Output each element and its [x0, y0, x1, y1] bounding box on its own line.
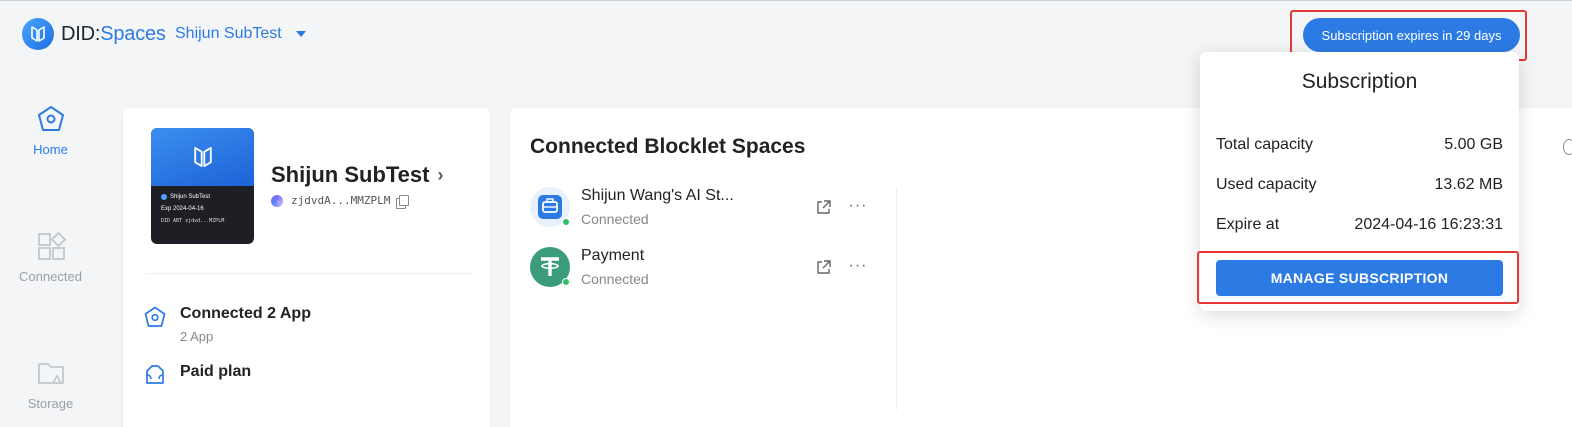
- open-external-icon[interactable]: [813, 197, 833, 217]
- thumb-dot-icon: [161, 194, 167, 200]
- space-switcher-label: Shijun SubTest: [175, 25, 282, 42]
- thumb-exp: Exp 2024-04-16: [161, 206, 204, 212]
- thumb-logo-area: [151, 128, 254, 186]
- nav-item-storage[interactable]: Storage: [0, 358, 101, 411]
- stat-paid-plan[interactable]: Paid plan: [143, 363, 251, 387]
- chevron-right-icon: ›: [437, 164, 444, 185]
- stat-connected-apps[interactable]: Connected 2 App 2 App: [143, 305, 311, 344]
- apps-icon: [37, 231, 66, 260]
- tether-icon: [530, 247, 570, 287]
- did-spaces-logo[interactable]: DID:Spaces: [22, 18, 166, 50]
- space-did: zjdvdA...MMZPLM: [291, 194, 391, 207]
- logo-text: DID:Spaces: [61, 23, 166, 46]
- card-divider: [145, 273, 472, 274]
- ai-studio-icon: [530, 187, 570, 227]
- logo-prefix: DID:: [61, 22, 101, 45]
- row-value: 2024-04-16 16:23:31: [1354, 216, 1503, 233]
- thumb-did: DID ABT zjdvd...MZPLM: [161, 218, 225, 224]
- stat-sub: 2 App: [180, 329, 214, 344]
- space-nft-thumbnail[interactable]: Shijun SubTest Exp 2024-04-16 DID ABT zj…: [151, 128, 254, 244]
- row-label: Used capacity: [1216, 176, 1317, 193]
- popover-row-used: Used capacity 13.62 MB: [1216, 176, 1503, 194]
- popover-row-total: Total capacity 5.00 GB: [1216, 136, 1503, 154]
- status-dot: [562, 278, 570, 286]
- connected-item[interactable]: Payment Connected: [530, 247, 649, 287]
- app-state: Connected: [581, 211, 649, 227]
- more-options-icon[interactable]: ···: [848, 256, 868, 276]
- space-did-row: zjdvdA...MMZPLM: [271, 194, 410, 209]
- home-icon: [37, 106, 64, 131]
- app-name: Payment: [581, 247, 645, 264]
- space-name: Shijun SubTest: [271, 162, 430, 187]
- popover-title: Subscription: [1301, 70, 1418, 93]
- stat-title: Paid plan: [180, 363, 252, 380]
- wallet-icon: [146, 365, 164, 384]
- clipped-icon: [1563, 139, 1572, 155]
- thumb-name: Shijun SubTest: [170, 194, 211, 200]
- nav-label-storage: Storage: [27, 396, 74, 411]
- nav-label-home: Home: [33, 142, 68, 157]
- did-spaces-thumb-icon: [193, 146, 212, 168]
- space-switcher[interactable]: Shijun SubTest: [175, 25, 306, 43]
- connected-title: Connected Blocklet Spaces: [530, 135, 806, 158]
- nav-label-connected: Connected: [19, 269, 82, 284]
- thumb-name-row: Shijun SubTest: [151, 194, 254, 200]
- space-info-card: Shijun SubTest Exp 2024-04-16 DID ABT zj…: [123, 108, 490, 427]
- space-name-link[interactable]: Shijun SubTest ›: [271, 162, 443, 188]
- connected-item[interactable]: Shijun Wang's AI St... Connected: [530, 187, 734, 227]
- popover-row-expire: Expire at 2024-04-16 16:23:31: [1216, 216, 1503, 234]
- subscription-popover: Subscription Total capacity 5.00 GB Used…: [1200, 52, 1519, 311]
- caret-down-icon: [295, 31, 306, 37]
- app-state: Connected: [581, 271, 649, 287]
- manage-subscription-button[interactable]: MANAGE SUBSCRIPTION: [1216, 260, 1503, 296]
- folder-icon: [37, 363, 64, 384]
- row-label: Total capacity: [1216, 136, 1313, 153]
- stat-title: Connected 2 App: [180, 305, 311, 322]
- copy-icon[interactable]: [396, 194, 410, 209]
- subscription-expiry-button[interactable]: Subscription expires in 29 days: [1303, 18, 1520, 52]
- nav-item-home[interactable]: Home: [0, 104, 101, 157]
- did-spaces-logo-icon: [22, 18, 54, 50]
- more-options-icon[interactable]: ···: [848, 196, 868, 216]
- did-avatar-icon: [271, 194, 283, 207]
- logo-suffix: Spaces: [100, 22, 166, 45]
- app-name: Shijun Wang's AI St...: [581, 187, 734, 204]
- row-label: Expire at: [1216, 216, 1280, 233]
- row-value: 13.62 MB: [1434, 176, 1503, 193]
- nav-item-connected[interactable]: Connected: [0, 231, 101, 284]
- status-dot: [562, 218, 570, 226]
- home-outline-icon: [144, 306, 166, 327]
- open-external-icon[interactable]: [813, 257, 833, 277]
- column-divider: [896, 188, 897, 410]
- row-value: 5.00 GB: [1444, 136, 1503, 153]
